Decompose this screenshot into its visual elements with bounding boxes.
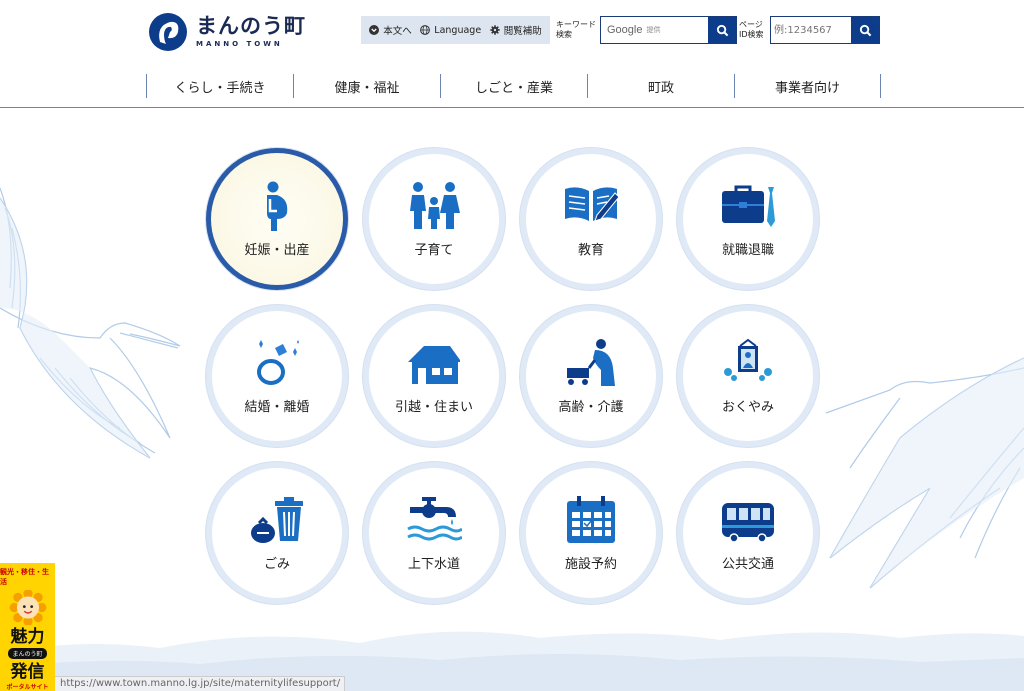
keyword-search-button[interactable] [708,17,736,43]
skip-to-content-label: 本文へ [383,26,412,37]
site-header: まんのう町 MANNO TOWN 本文へ Language 閲覧補助 キーワード… [0,0,1024,108]
category-label: 施設予約 [564,556,617,572]
logo-subtitle: MANNO TOWN [196,40,283,48]
google-brand: Google [607,24,643,36]
nav-item-work-industry[interactable]: しごと・産業 [440,74,587,98]
banner-title-2: 発信 [10,662,45,682]
category-label: 妊娠・出産 [244,242,310,258]
site-logo[interactable]: まんのう町 MANNO TOWN [148,12,306,52]
page-id-search [770,16,880,44]
pregnancy-icon [267,181,288,231]
accessibility-link[interactable]: 閲覧補助 [489,23,542,37]
category-label: おくやみ [721,399,774,415]
gear-icon [489,25,500,35]
category-water-sewerage[interactable]: 上下水道 [363,462,505,604]
skip-to-content-link[interactable]: 本文へ [369,23,412,37]
category-label: 公共交通 [721,556,774,572]
town-emblem-icon [149,13,187,51]
page-id-label-line2: ID検索 [739,30,764,39]
keyword-label-line1: キーワード [556,20,596,29]
category-label: 引越・住まい [394,399,473,415]
page-id-search-label: ページ ID検索 [739,20,764,40]
language-link[interactable]: Language [420,25,481,36]
global-nav: くらし・手続き 健康・福祉 しごと・産業 町政 事業者向け [146,74,881,98]
category-label: 就職退職 [721,242,774,258]
keyword-search-label: キーワード 検索 [556,20,596,40]
book-pen-icon [565,186,619,222]
life-event-grid: 妊娠・出産 子育て 教育 就職退職 結婚・離婚 引越・住まい 高齢・介護 おくや… [206,148,820,604]
banner-caption: 観光・移住・生活 [0,568,49,586]
utility-bar: 本文へ Language 閲覧補助 [361,16,550,44]
category-employment[interactable]: 就職退職 [677,148,819,290]
category-label: ごみ [263,556,290,572]
keyword-search: Google 提供 [600,16,737,44]
nav-item-business[interactable]: 事業者向け [734,74,881,98]
banner-title-1: 魅力 [10,627,45,647]
keyword-search-input[interactable]: Google 提供 [601,17,708,43]
page-id-search-button[interactable] [851,17,879,43]
category-label: 結婚・離婚 [244,399,310,415]
accessibility-label: 閲覧補助 [503,26,542,37]
search-icon [859,24,871,36]
nav-item-living[interactable]: くらし・手続き [146,74,293,98]
ring-icon [257,339,299,385]
category-elderly-care[interactable]: 高齢・介護 [520,305,662,447]
banner-town-tag: まんのう町 [8,648,47,659]
category-moving-housing[interactable]: 引越・住まい [363,305,505,447]
category-facility-reservation[interactable]: 施設予約 [520,462,662,604]
memorial-portrait-icon [724,338,772,381]
nav-item-town-government[interactable]: 町政 [587,74,734,98]
chevron-down-circle-icon [369,25,380,35]
keyword-label-line2: 検索 [556,30,572,39]
house-icon [408,345,460,384]
category-childcare[interactable]: 子育て [363,148,505,290]
briefcase-tie-icon [722,185,775,227]
banner-portal-caption: ポータルサイト [6,684,49,691]
category-label: 教育 [577,242,604,258]
page-id-label-line1: ページ [739,20,763,29]
sunflower-mascot-icon [9,590,46,625]
trash-bin-icon [251,496,303,543]
category-pregnancy[interactable]: 妊娠・出産 [206,148,348,290]
category-label: 高齢・介護 [558,399,624,415]
globe-icon [420,25,431,35]
search-icon [716,24,728,36]
water-tap-icon [407,496,462,540]
category-label: 上下水道 [407,556,460,572]
language-label: Language [434,24,482,36]
elderly-care-icon [567,338,615,386]
category-label: 子育て [414,242,454,258]
family-icon [410,181,460,229]
category-public-transport[interactable]: 公共交通 [677,462,819,604]
category-garbage[interactable]: ごみ [206,462,348,604]
category-marriage[interactable]: 結婚・離婚 [206,305,348,447]
bus-icon [722,502,774,543]
calendar-icon [567,495,615,543]
search-placeholder: 提供 [646,26,661,34]
charm-portal-banner[interactable]: 観光・移住・生活 魅力 まんのう町 発信 ポータルサイト [0,563,55,691]
category-condolence[interactable]: おくやみ [677,305,819,447]
nav-item-health-welfare[interactable]: 健康・福祉 [293,74,440,98]
browser-status-url: https://www.town.manno.lg.jp/site/matern… [55,676,345,691]
logo-name: まんのう町 [196,14,306,38]
page-id-input[interactable] [771,17,851,43]
category-education[interactable]: 教育 [520,148,662,290]
